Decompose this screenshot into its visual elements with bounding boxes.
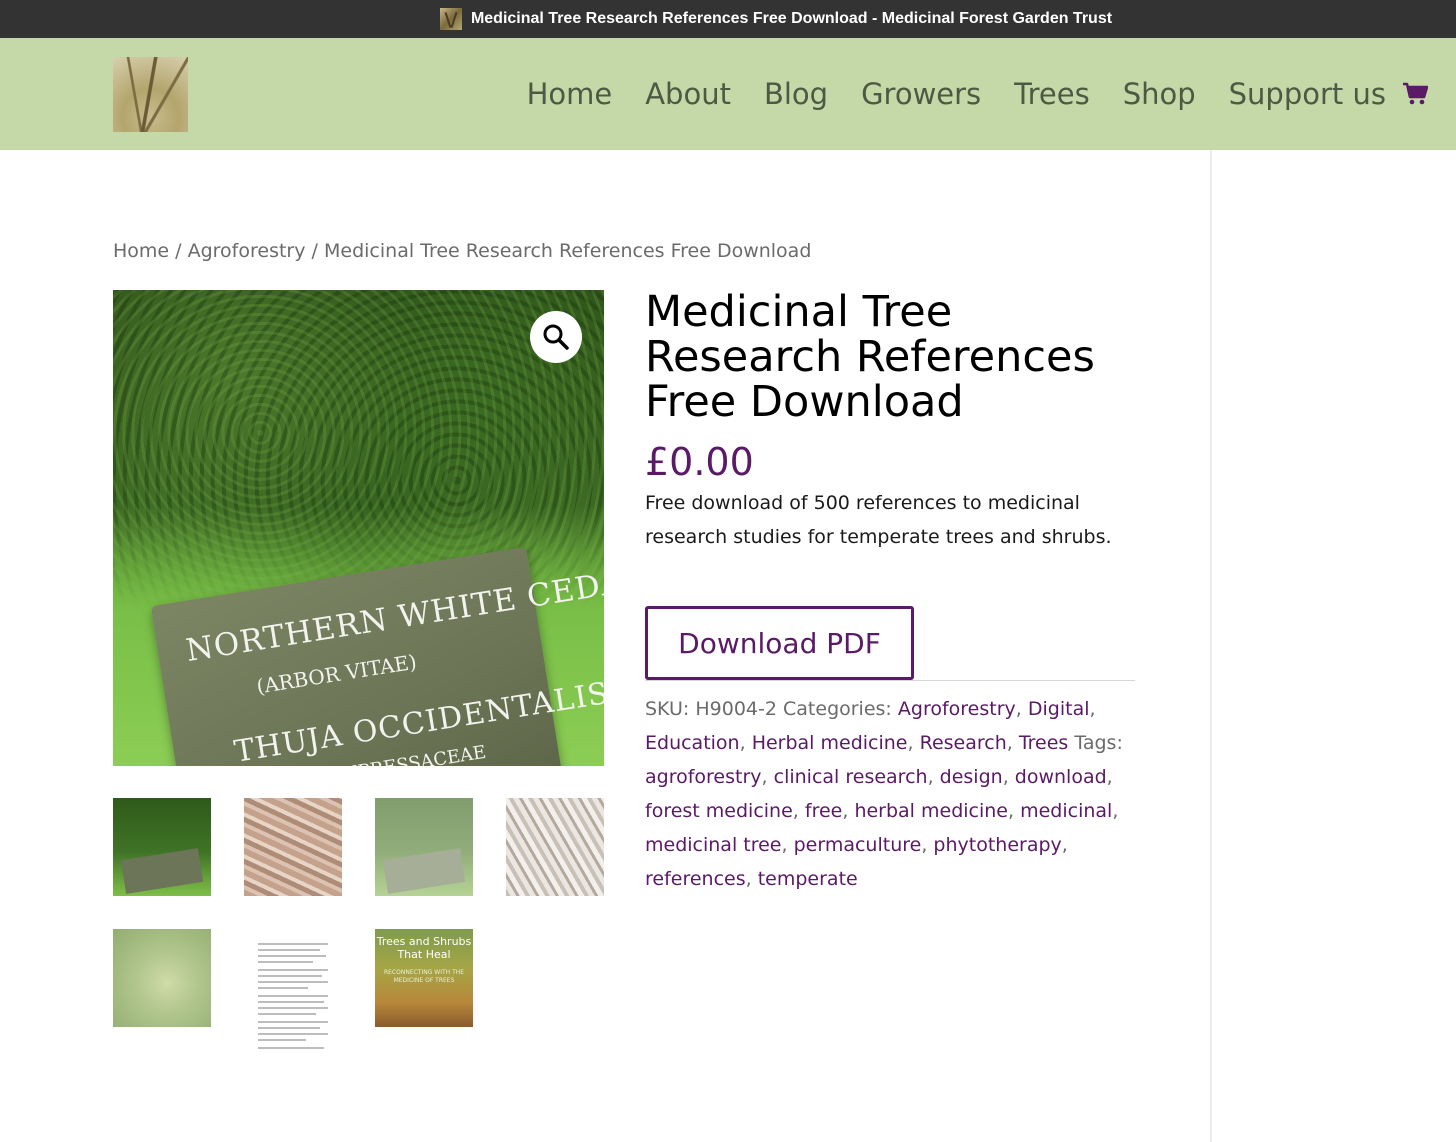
zoom-button[interactable] [530, 311, 582, 363]
tag-link[interactable]: free [805, 800, 842, 822]
tag-link[interactable]: temperate [758, 868, 858, 890]
document-line [258, 1013, 316, 1015]
category-link[interactable]: Herbal medicine [752, 732, 908, 754]
document-line [258, 1027, 320, 1029]
window-title: Medicinal Tree Research References Free … [470, 10, 1113, 27]
nav-item-about[interactable]: About [645, 77, 731, 111]
gallery-thumbnail-document[interactable] [244, 929, 342, 1059]
breadcrumb-separator: / [311, 240, 318, 262]
tag-link[interactable]: medicinal tree [645, 834, 782, 856]
tag-link[interactable]: phytotherapy [933, 834, 1061, 856]
document-line [258, 981, 328, 983]
gallery-thumbnail[interactable] [375, 798, 473, 896]
breadcrumb-agroforestry[interactable]: Agroforestry [188, 240, 306, 262]
meta-divider [645, 680, 1135, 681]
document-line [258, 987, 308, 989]
tag-link[interactable]: clinical research [774, 766, 928, 788]
tag-link[interactable]: download [1015, 766, 1107, 788]
breadcrumb-current: Medicinal Tree Research References Free … [324, 240, 812, 262]
sku-label: SKU: [645, 698, 690, 720]
sign-line-2: (ARBOR VITAE) [254, 649, 419, 699]
product-title: Medicinal Tree Research References Free … [645, 287, 1095, 427]
cart-icon[interactable] [1402, 81, 1429, 107]
site-header: Home About Blog Growers Trees Shop Suppo… [0, 38, 1456, 150]
document-line [258, 1007, 328, 1009]
gallery-thumbnail[interactable] [244, 798, 342, 896]
tag-link[interactable]: medicinal [1020, 800, 1112, 822]
gallery-thumbnail-book-cover[interactable]: Trees and Shrubs That Heal RECONNECTING … [375, 929, 473, 1027]
site-favicon-icon [439, 8, 462, 30]
nav-item-growers[interactable]: Growers [861, 77, 981, 111]
categories-label: Categories: [783, 698, 892, 720]
tag-link[interactable]: herbal medicine [854, 800, 1008, 822]
nav-item-blog[interactable]: Blog [764, 77, 828, 111]
tag-link[interactable]: agroforestry [645, 766, 762, 788]
document-line [258, 955, 326, 957]
sku-value: H9004-2 [695, 698, 777, 720]
document-line [258, 1039, 306, 1041]
magnifier-icon [543, 324, 569, 350]
document-line [258, 1047, 324, 1049]
category-link[interactable]: Digital [1028, 698, 1090, 720]
nav-item-shop[interactable]: Shop [1123, 77, 1196, 111]
tag-link[interactable]: design [940, 766, 1003, 788]
book-cover-subtitle: RECONNECTING WITH THE MEDICINE OF TREES [383, 969, 465, 984]
main-nav: Home About Blog Growers Trees Shop Suppo… [527, 38, 1429, 150]
tag-link[interactable]: forest medicine [645, 800, 793, 822]
category-link[interactable]: Agroforestry [898, 698, 1016, 720]
product-price: £0.00 [645, 440, 754, 484]
product-meta: SKU: H9004-2 Categories: Agroforestry, D… [645, 698, 1123, 890]
gallery-thumbnail[interactable] [113, 929, 211, 1027]
tag-link[interactable]: references [645, 868, 746, 890]
category-link[interactable]: Education [645, 732, 740, 754]
gallery-thumbnail[interactable] [113, 798, 211, 896]
sidebar-divider [1210, 150, 1212, 1142]
tag-link[interactable]: permaculture [794, 834, 922, 856]
category-link[interactable]: Research [920, 732, 1007, 754]
product-main-image[interactable]: NORTHERN WHITE CEDAR (ARBOR VITAE) THUJA… [113, 290, 604, 766]
document-line [258, 961, 313, 963]
document-line [258, 943, 328, 945]
site-logo[interactable] [113, 57, 188, 132]
document-line [258, 975, 322, 977]
nav-item-trees[interactable]: Trees [1014, 77, 1090, 111]
book-cover-title: Trees and Shrubs That Heal [376, 935, 472, 961]
product-description: Free download of 500 references to medic… [645, 492, 1112, 548]
category-link[interactable]: Trees [1019, 732, 1069, 754]
breadcrumb-separator: / [175, 240, 182, 262]
nav-item-support-us[interactable]: Support us [1229, 77, 1386, 111]
download-pdf-button[interactable]: Download PDF [645, 606, 914, 680]
document-line [258, 1001, 324, 1003]
document-line [258, 1021, 328, 1023]
document-line [258, 1033, 328, 1035]
breadcrumb-home[interactable]: Home [113, 240, 169, 262]
gallery-thumbnail[interactable] [506, 798, 604, 896]
document-line [258, 949, 320, 951]
window-titlebar: Medicinal Tree Research References Free … [0, 0, 1456, 38]
document-line [258, 995, 328, 997]
document-line [258, 969, 328, 971]
breadcrumb: Home / Agroforestry / Medicinal Tree Res… [113, 240, 811, 262]
tags-label: Tags: [1074, 732, 1123, 754]
nav-item-home[interactable]: Home [527, 77, 613, 111]
